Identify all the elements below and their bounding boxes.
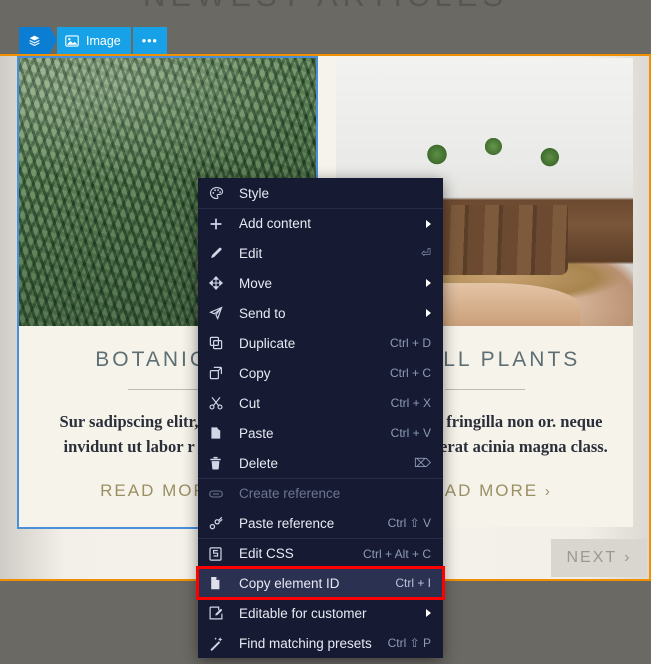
- image-icon: [65, 34, 79, 47]
- element-toolbar: Image •••: [19, 27, 167, 54]
- menu-item-style[interactable]: Style: [198, 178, 443, 208]
- menu-item-label: Cut: [239, 395, 261, 411]
- menu-item-move[interactable]: Move: [198, 268, 443, 298]
- chevron-right-icon: [426, 219, 431, 228]
- menu-item-shortcut: ⏎: [420, 246, 431, 260]
- menu-item-label: Paste: [239, 425, 274, 441]
- editable-customer-icon: [209, 606, 229, 620]
- menu-item-label: Copy element ID: [239, 575, 340, 591]
- more-options-badge[interactable]: •••: [132, 27, 167, 54]
- menu-item-send-to[interactable]: Send to: [198, 298, 443, 328]
- menu-item-label: Edit: [239, 245, 263, 261]
- next-button[interactable]: NEXT ›: [551, 539, 647, 577]
- menu-item-cut[interactable]: Cut Ctrl + X: [198, 388, 443, 418]
- pencil-icon: [209, 246, 229, 260]
- chevron-right-icon: ›: [624, 549, 632, 566]
- menu-item-editable-for-customer[interactable]: Editable for customer: [198, 598, 443, 628]
- parent-element-badge[interactable]: [19, 27, 57, 54]
- menu-item-label: Create reference: [239, 486, 341, 501]
- menu-item-label: Paste reference: [239, 515, 335, 531]
- trash-icon: [209, 456, 229, 470]
- menu-item-edit-css[interactable]: Edit CSS Ctrl + Alt + C: [198, 538, 443, 568]
- menu-item-copy[interactable]: Copy Ctrl + C: [198, 358, 443, 388]
- layers-icon: [28, 34, 41, 47]
- menu-item-add-content[interactable]: Add content: [198, 208, 443, 238]
- magic-wand-icon: [209, 636, 229, 651]
- plus-icon: [209, 217, 229, 231]
- menu-item-shortcut: Ctrl + X: [390, 396, 431, 410]
- chevron-right-icon: ›: [544, 483, 552, 501]
- menu-item-label: Edit CSS: [239, 546, 294, 561]
- menu-item-shortcut: Ctrl ⇧ P: [387, 636, 431, 650]
- menu-item-shortcut: Ctrl + Alt + C: [362, 546, 431, 561]
- menu-item-label: Style: [239, 185, 270, 201]
- css-icon: [209, 546, 229, 561]
- menu-item-delete[interactable]: Delete ⌦: [198, 448, 443, 478]
- element-id-icon: [209, 576, 229, 590]
- link-icon: [209, 489, 229, 499]
- paste-reference-icon: [209, 516, 229, 530]
- menu-item-create-reference: Create reference: [198, 478, 443, 508]
- page-heading: NEWEST ARTICLES: [0, 0, 651, 14]
- menu-item-shortcut: Ctrl + I: [395, 576, 431, 590]
- next-button-label: NEXT: [566, 549, 618, 566]
- menu-item-paste-reference[interactable]: Paste reference Ctrl ⇧ V: [198, 508, 443, 538]
- menu-item-label: Find matching presets: [239, 635, 372, 651]
- send-to-icon: [209, 306, 229, 320]
- menu-item-shortcut: Ctrl + D: [389, 336, 431, 350]
- menu-item-find-matching-presets[interactable]: Find matching presets Ctrl ⇧ P: [198, 628, 443, 658]
- duplicate-icon: [209, 336, 229, 350]
- menu-item-label: Copy: [239, 365, 271, 381]
- title-divider: [127, 389, 208, 390]
- menu-item-edit[interactable]: Edit ⏎: [198, 238, 443, 268]
- menu-item-label: Delete: [239, 455, 279, 471]
- context-menu[interactable]: Style Add content Edit ⏎ Move Send to Du…: [196, 178, 445, 658]
- menu-item-shortcut: Ctrl ⇧ V: [387, 516, 431, 530]
- title-divider: [444, 389, 525, 390]
- menu-item-label: Add content: [239, 216, 312, 231]
- menu-item-shortcut: Ctrl + C: [389, 366, 431, 380]
- menu-item-paste[interactable]: Paste Ctrl + V: [198, 418, 443, 448]
- element-type-badge[interactable]: Image: [57, 27, 131, 54]
- menu-item-duplicate[interactable]: Duplicate Ctrl + D: [198, 328, 443, 358]
- paste-icon: [209, 426, 229, 440]
- menu-item-label: Editable for customer: [239, 605, 367, 621]
- copy-icon: [209, 366, 229, 380]
- menu-item-copy-element-id[interactable]: Copy element ID Ctrl + I: [196, 566, 445, 600]
- menu-item-label: Move: [239, 275, 273, 291]
- chevron-right-icon: [426, 279, 431, 287]
- element-type-label: Image: [86, 33, 121, 48]
- move-icon: [209, 276, 229, 290]
- chevron-right-icon: [426, 309, 431, 317]
- menu-item-label: Duplicate: [239, 335, 296, 351]
- menu-item-shortcut: Ctrl + V: [390, 426, 431, 440]
- chevron-right-icon: [426, 609, 431, 617]
- menu-item-label: Send to: [239, 305, 286, 321]
- menu-item-shortcut: ⌦: [414, 456, 431, 470]
- cut-icon: [209, 396, 229, 410]
- palette-icon: [209, 186, 229, 201]
- editor-screen: NEWEST ARTICLES BOTANICAL Sur sadipscing…: [0, 0, 651, 664]
